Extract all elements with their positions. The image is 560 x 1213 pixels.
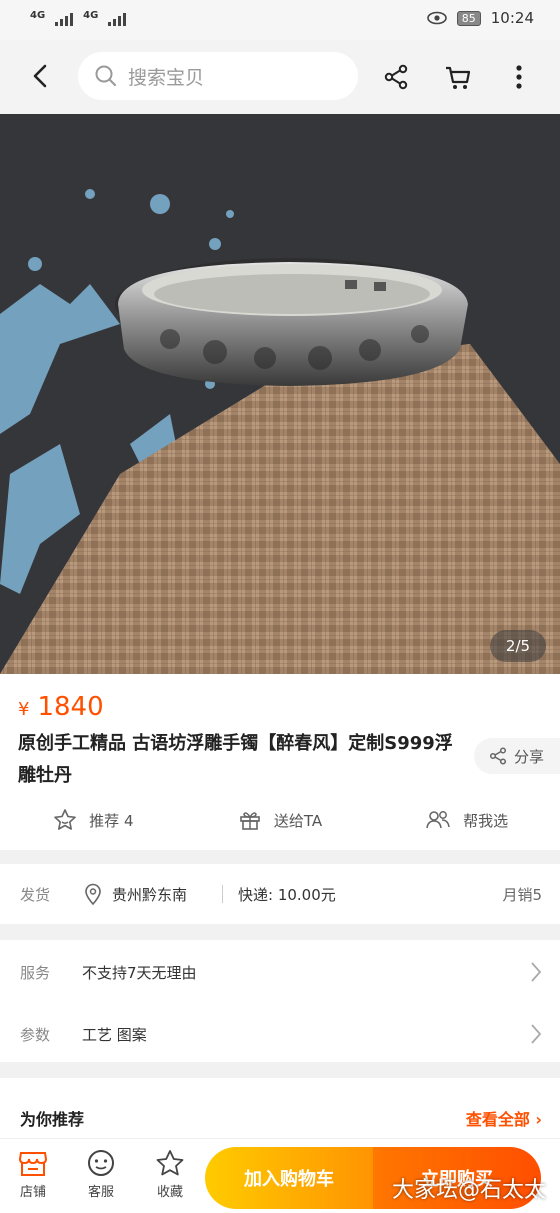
recommend-label: 推荐 4 (89, 811, 134, 830)
shipping-location: 贵州黔东南 (112, 885, 188, 904)
params-row[interactable]: 参数 工艺 图案 (0, 1004, 560, 1064)
more-icon[interactable] (504, 62, 534, 92)
divider (222, 885, 223, 903)
recommend-button[interactable]: 推荐 4 (0, 800, 187, 840)
share-icon[interactable] (381, 62, 411, 92)
network-2: 4G (83, 10, 99, 21)
battery-indicator: 85 (456, 10, 481, 26)
eye-icon (426, 11, 447, 25)
signal-icon-2 (108, 10, 127, 26)
back-arrow-icon[interactable] (28, 62, 56, 90)
gift-icon (240, 812, 260, 830)
service-row[interactable]: 服务 不支持7天无理由 (0, 942, 560, 1002)
clock: 10:24 (490, 9, 534, 27)
shipping-row[interactable]: 发货 贵州黔东南 快递: 10.00元 月销5 (0, 864, 560, 924)
chevron-right-icon (531, 1024, 542, 1044)
express-fee: 快递: 10.00元 (238, 885, 336, 904)
bracelet-photo (0, 114, 560, 674)
recommend-icon (54, 809, 76, 830)
share-label: 分享 (514, 747, 545, 766)
view-all-link[interactable]: 查看全部 › (466, 1106, 542, 1130)
help-choose-button[interactable]: 帮我选 (373, 800, 560, 840)
search-placeholder: 搜索宝贝 (128, 66, 205, 89)
product-price: ¥1840 (18, 692, 104, 722)
search-input[interactable]: 搜索宝贝 (78, 52, 358, 100)
chat-icon (88, 1150, 114, 1176)
product-actions: 推荐 4 送给TA 帮我选 (0, 800, 560, 840)
watermark: 大家坛@石太太 (391, 1178, 546, 1203)
location-pin-icon (85, 883, 101, 905)
people-icon (426, 811, 450, 829)
shop-label: 店铺 (19, 1185, 46, 1200)
add-to-cart-button[interactable]: 加入购物车 (205, 1147, 373, 1209)
search-icon (95, 65, 116, 86)
customer-service-label: 客服 (87, 1185, 114, 1200)
monthly-sales: 月销5 (502, 885, 542, 904)
help-choose-label: 帮我选 (463, 811, 509, 830)
shop-icon (18, 1152, 48, 1176)
customer-service-button[interactable]: 客服 (76, 1149, 126, 1200)
signal-indicators: 4G 4G (30, 10, 127, 26)
service-value: 不支持7天无理由 (82, 963, 197, 982)
params-label: 参数 (20, 1025, 51, 1044)
price-value: 1840 (37, 692, 104, 722)
network-1: 4G (30, 10, 46, 21)
image-counter: 2/5 (490, 630, 546, 662)
top-nav-bar: 搜索宝贝 (0, 40, 560, 114)
shipping-label: 发货 (20, 885, 51, 904)
star-icon (156, 1150, 184, 1176)
signal-icon-1 (55, 10, 74, 26)
favorite-label: 收藏 (156, 1185, 183, 1200)
gift-label: 送给TA (273, 811, 323, 830)
share-small-icon (489, 747, 507, 765)
product-title: 原创手工精品 古语坊浮雕手镯【醉春风】定制S999浮雕牡丹 (18, 733, 453, 786)
status-bar: 4G 4G 85 10:24 (0, 0, 560, 40)
currency-symbol: ¥ (18, 699, 30, 720)
favorite-button[interactable]: 收藏 (145, 1149, 195, 1200)
cart-icon[interactable] (443, 62, 473, 92)
view-all-label: 查看全部 (465, 1110, 530, 1129)
params-value: 工艺 图案 (82, 1025, 147, 1044)
gift-button[interactable]: 送给TA (187, 800, 374, 840)
shop-button[interactable]: 店铺 (8, 1149, 58, 1200)
product-image[interactable] (0, 114, 560, 674)
recommend-title: 为你推荐 (20, 1110, 85, 1129)
service-label: 服务 (20, 963, 51, 982)
chevron-right-icon (531, 962, 542, 982)
share-button[interactable]: 分享 (474, 738, 560, 774)
